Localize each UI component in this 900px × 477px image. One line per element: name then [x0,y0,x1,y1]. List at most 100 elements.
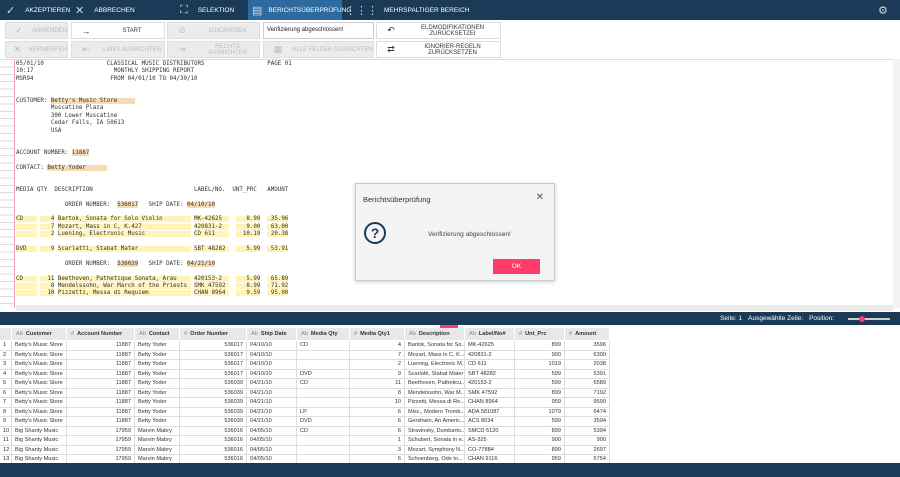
grid-cell[interactable]: Betty Yoder [135,388,180,398]
grid-cell[interactable]: 900 [515,436,565,446]
grid-cell[interactable]: 420831-2 [465,350,515,360]
grid-cell[interactable]: Schubert, Sonata in e... [405,436,465,446]
grid-cell[interactable]: 04/21/10 [247,407,297,417]
grid-cell[interactable]: 04/10/10 [247,369,297,379]
grid-cell[interactable]: 6474 [565,407,610,417]
grid-cell[interactable]: 2038 [565,360,610,370]
grid-cell[interactable]: 6 [350,407,405,417]
align-left-button[interactable]: ⇤ LINKS AUSRICHTEN [71,41,165,58]
grid-cell[interactable]: Pizzetti, Messa di Re... [405,398,465,408]
row-number[interactable]: 1 [0,341,12,351]
grid-cell[interactable]: CHAN 8964 [465,398,515,408]
grid-cell[interactable]: 2697 [565,445,610,455]
grid-cell[interactable]: Betty's Music Store [12,398,67,408]
grid-cell[interactable]: Betty Yoder [135,350,180,360]
accept-button[interactable]: ✓ AKZEPTIEREN [6,0,70,20]
grid-cell[interactable]: 536039 [180,398,247,408]
grid-cell[interactable]: Schoenberg, Ode to... [405,455,465,463]
cancel-button[interactable]: ✕ ABBRECHEN [75,0,135,20]
grid-cell[interactable] [297,360,350,370]
start-button[interactable]: → START [71,22,165,39]
grid-cell[interactable]: 599 [515,417,565,427]
ok-button[interactable]: OK [493,259,540,274]
row-number[interactable]: 9 [0,417,12,427]
grid-cell[interactable]: 959 [515,455,565,463]
status-field[interactable]: Verifizierung abgeschlossen! [263,22,374,39]
column-header[interactable]: # Unt_Prc [515,328,565,340]
row-number[interactable]: 10 [0,426,12,436]
grid-cell[interactable]: 536016 [180,445,247,455]
grid-cell[interactable]: 11887 [67,417,135,427]
grid-cell[interactable]: Marvin Mabry [135,445,180,455]
grid-cell[interactable]: 5391 [565,369,610,379]
grid-cell[interactable]: 9 [350,369,405,379]
grid-cell[interactable]: DVD [297,417,350,427]
grid-cell[interactable]: CD 611 [465,360,515,370]
grid-cell[interactable]: 536017 [180,350,247,360]
row-number[interactable]: 12 [0,445,12,455]
grid-cell[interactable]: 599 [515,379,565,389]
grid-cell[interactable]: Betty's Music Store [12,360,67,370]
grid-cell[interactable]: 959 [515,398,565,408]
grid-cell[interactable]: DVD [297,369,350,379]
grid-cell[interactable]: 7 [350,350,405,360]
column-header[interactable]: # Account Number [67,328,135,340]
grid-cell[interactable]: 1079 [515,407,565,417]
grid-cell[interactable]: 6589 [565,379,610,389]
grid-cell[interactable]: AS-325 [465,436,515,446]
grid-cell[interactable]: Marvin Mabry [135,426,180,436]
grid-cell[interactable]: SMK 47592 [465,388,515,398]
grid-cell[interactable]: Betty Yoder [135,341,180,351]
grid-cell[interactable]: 04/21/10 [247,398,297,408]
column-header[interactable]: # Order Number [180,328,247,340]
grid-cell[interactable]: SBT 48282 [465,369,515,379]
grid-cell[interactable]: CHAN 9116 [465,455,515,463]
grid-cell[interactable]: Mozart, Mass in C, K... [405,350,465,360]
row-number[interactable]: 13 [0,455,12,463]
grid-cell[interactable]: 536016 [180,455,247,463]
grid-cell[interactable]: 11887 [67,379,135,389]
grid-cell[interactable]: 900 [565,436,610,446]
grid-cell[interactable] [297,436,350,446]
grid-cell[interactable]: 899 [515,426,565,436]
grid-cell[interactable]: Betty Yoder [135,398,180,408]
grid-cell[interactable]: 6 [350,417,405,427]
grid-cell[interactable]: 6 [350,455,405,463]
grid-cell[interactable]: Betty Yoder [135,379,180,389]
slider-knob[interactable] [858,315,865,322]
align-right-button[interactable]: ⇥ RECHTS AUSRICHTEN [167,41,260,58]
grid-cell[interactable]: 04/05/10 [247,455,297,463]
ignore-button[interactable]: ⊘ IGNORIEREN [167,22,260,39]
grid-cell[interactable]: 5394 [565,426,610,436]
grid-cell[interactable]: Bartok, Sonata for So... [405,341,465,351]
grid-cell[interactable] [297,455,350,463]
grid-cell[interactable]: 04/21/10 [247,379,297,389]
grid-cell[interactable]: 420153-2 [465,379,515,389]
grid-cell[interactable] [297,350,350,360]
grid-cell[interactable]: 04/21/10 [247,388,297,398]
discard-button[interactable]: ✕ VERWERFEN [5,41,68,58]
column-header[interactable]: Ab Customer [12,328,67,340]
grid-cell[interactable]: 599 [515,369,565,379]
grid-cell[interactable]: Marvin Mabry [135,436,180,446]
selection-button[interactable]: ⛶ SELEKTION [180,0,234,20]
grid-cell[interactable]: Scarlatti, Stabat Mater [405,369,465,379]
multicolumn-button[interactable]: ⋮⋮⋮ MEHRSPALTIGER BEREICH [345,0,469,20]
grid-cell[interactable]: 04/10/10 [247,350,297,360]
grid-cell[interactable]: 04/10/10 [247,360,297,370]
grid-cell[interactable]: 7192 [565,388,610,398]
grid-cell[interactable] [297,388,350,398]
grid-cell[interactable]: 536039 [180,379,247,389]
grid-cell[interactable]: 536017 [180,360,247,370]
grid-cell[interactable]: Betty's Music Store [12,350,67,360]
grid-cell[interactable]: Mendelssohn, War M... [405,388,465,398]
grid-cell[interactable]: Betty's Music Store [12,417,67,427]
grid-cell[interactable]: Beethoven, Patheticu... [405,379,465,389]
grid-cell[interactable]: ACS 8034 [465,417,515,427]
grid-cell[interactable]: 04/05/10 [247,426,297,436]
grid-cell[interactable]: 17959 [67,455,135,463]
grid-cell[interactable]: 10 [350,398,405,408]
grid-cell[interactable]: Betty's Music Store [12,379,67,389]
row-number[interactable]: 4 [0,369,12,379]
grid-cell[interactable]: 11887 [67,360,135,370]
